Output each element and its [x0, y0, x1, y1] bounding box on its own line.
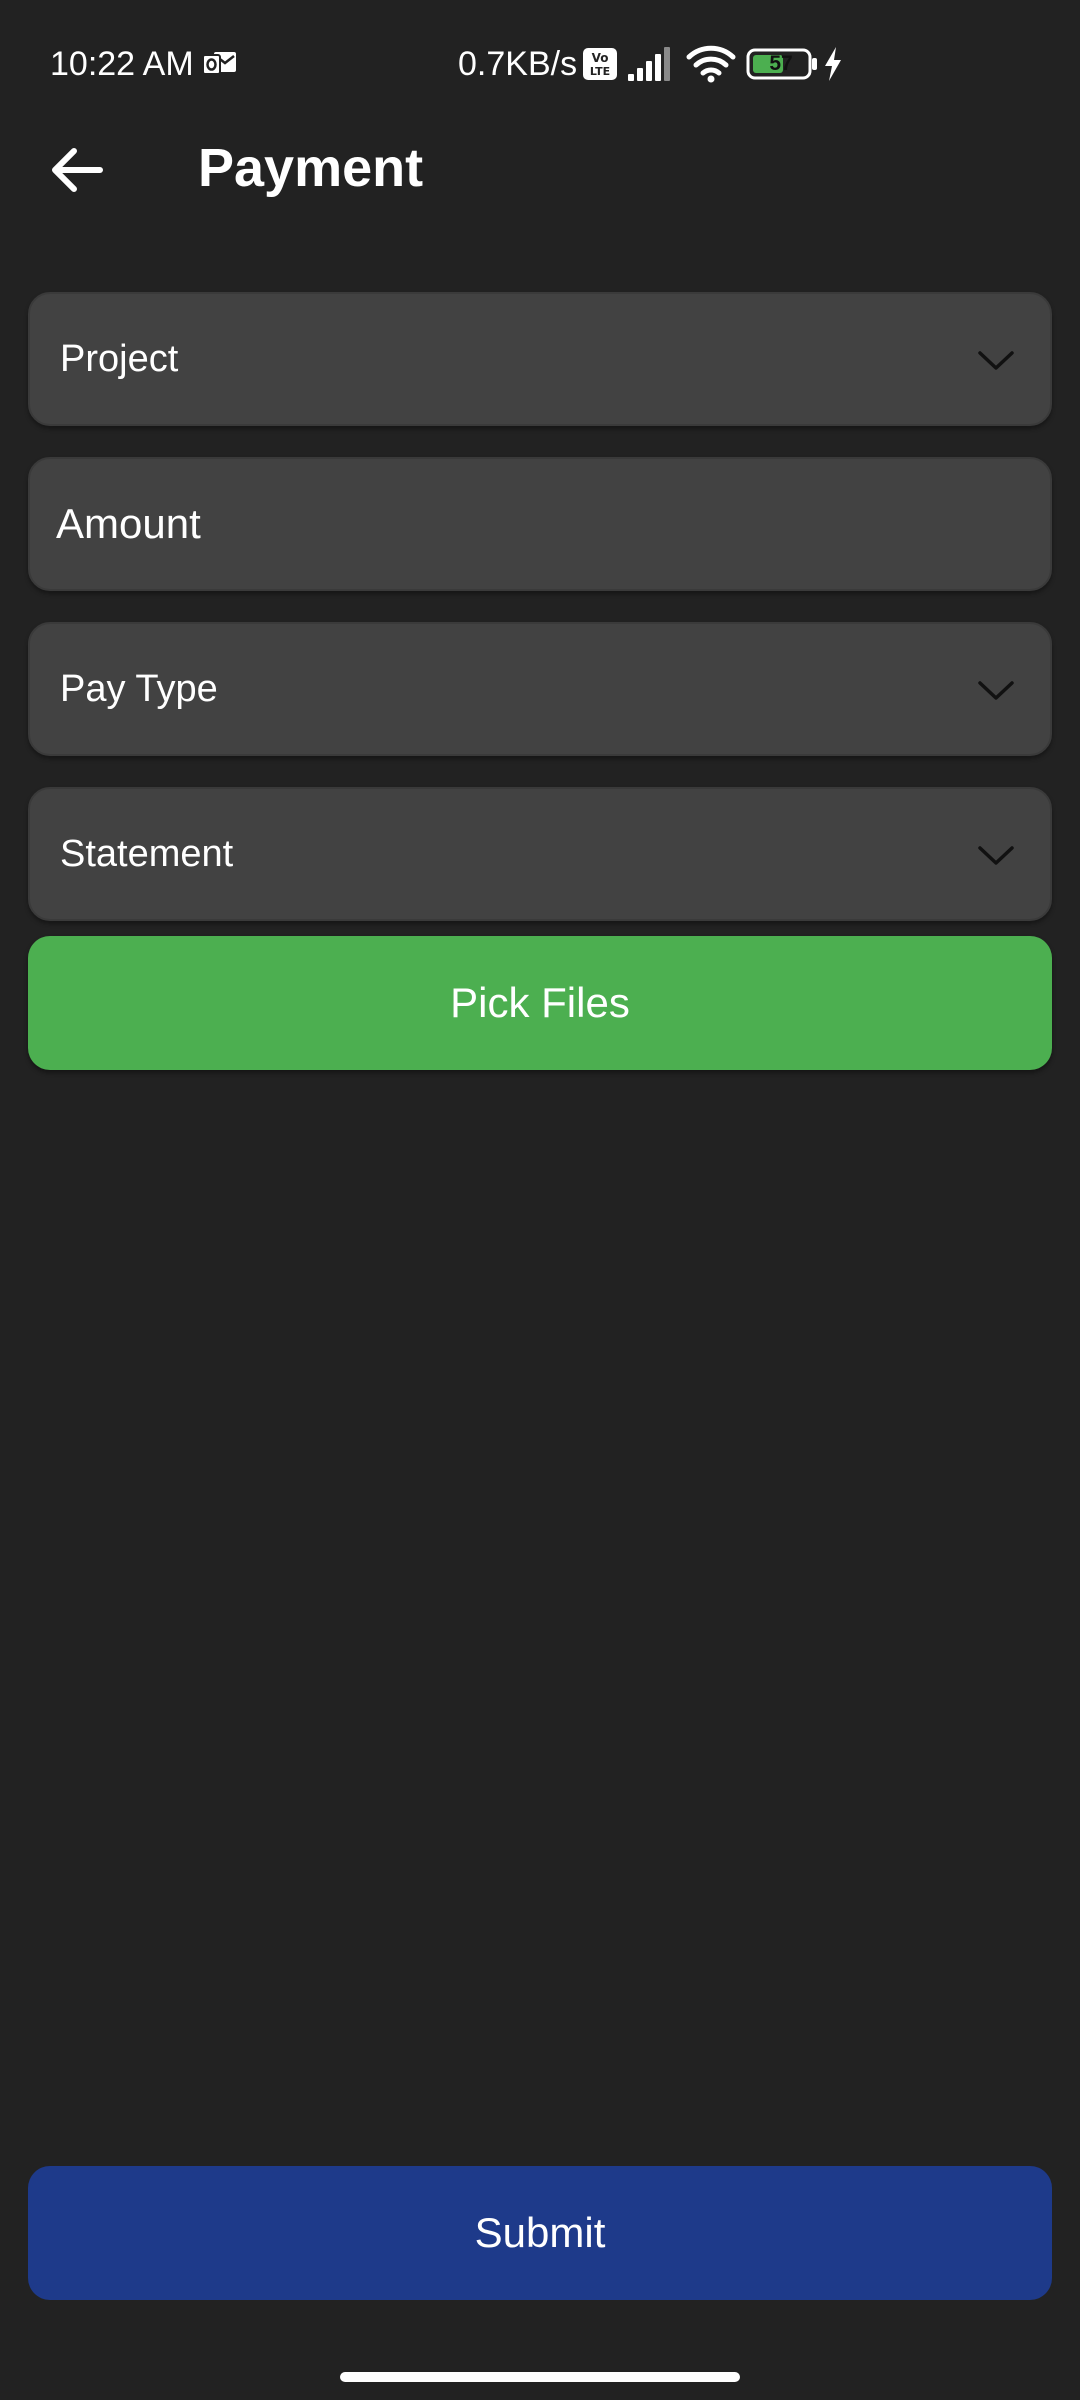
amount-input[interactable]	[30, 459, 1050, 589]
statement-dropdown[interactable]: Statement	[28, 787, 1052, 921]
payment-screen: 10:22 AM 0.7KB/s Vo LTE 57 Payment Proje…	[0, 0, 1080, 2400]
svg-text:Vo: Vo	[592, 51, 609, 65]
arrow-left-icon	[52, 148, 103, 192]
chevron-down-icon	[978, 681, 1014, 700]
pay-type-dropdown[interactable]: Pay Type	[28, 622, 1052, 756]
submit-button[interactable]: Submit	[28, 2166, 1052, 2300]
svg-text:LTE: LTE	[590, 65, 610, 78]
chevron-down-icon	[978, 846, 1014, 865]
wifi-icon	[686, 45, 736, 83]
outlook-notification-icon	[202, 52, 236, 75]
back-button[interactable]	[36, 126, 120, 210]
statement-label: Statement	[60, 833, 234, 875]
amount-field-container	[28, 457, 1052, 591]
network-speed: 0.7KB/s	[458, 45, 578, 83]
signal-icon	[628, 47, 670, 81]
page-title: Payment	[198, 138, 424, 198]
battery-level: 57	[769, 52, 793, 75]
volte-icon: Vo LTE	[583, 48, 617, 80]
status-bar: 10:22 AM 0.7KB/s Vo LTE 57	[0, 0, 1080, 128]
status-time: 10:22 AM	[50, 45, 194, 83]
home-indicator[interactable]	[340, 2372, 740, 2382]
project-dropdown[interactable]: Project	[28, 292, 1052, 426]
project-label: Project	[60, 338, 179, 380]
pick-files-button[interactable]: Pick Files	[28, 936, 1052, 1070]
pay-type-label: Pay Type	[60, 668, 218, 710]
charging-icon	[825, 47, 841, 81]
chevron-down-icon	[978, 351, 1014, 370]
